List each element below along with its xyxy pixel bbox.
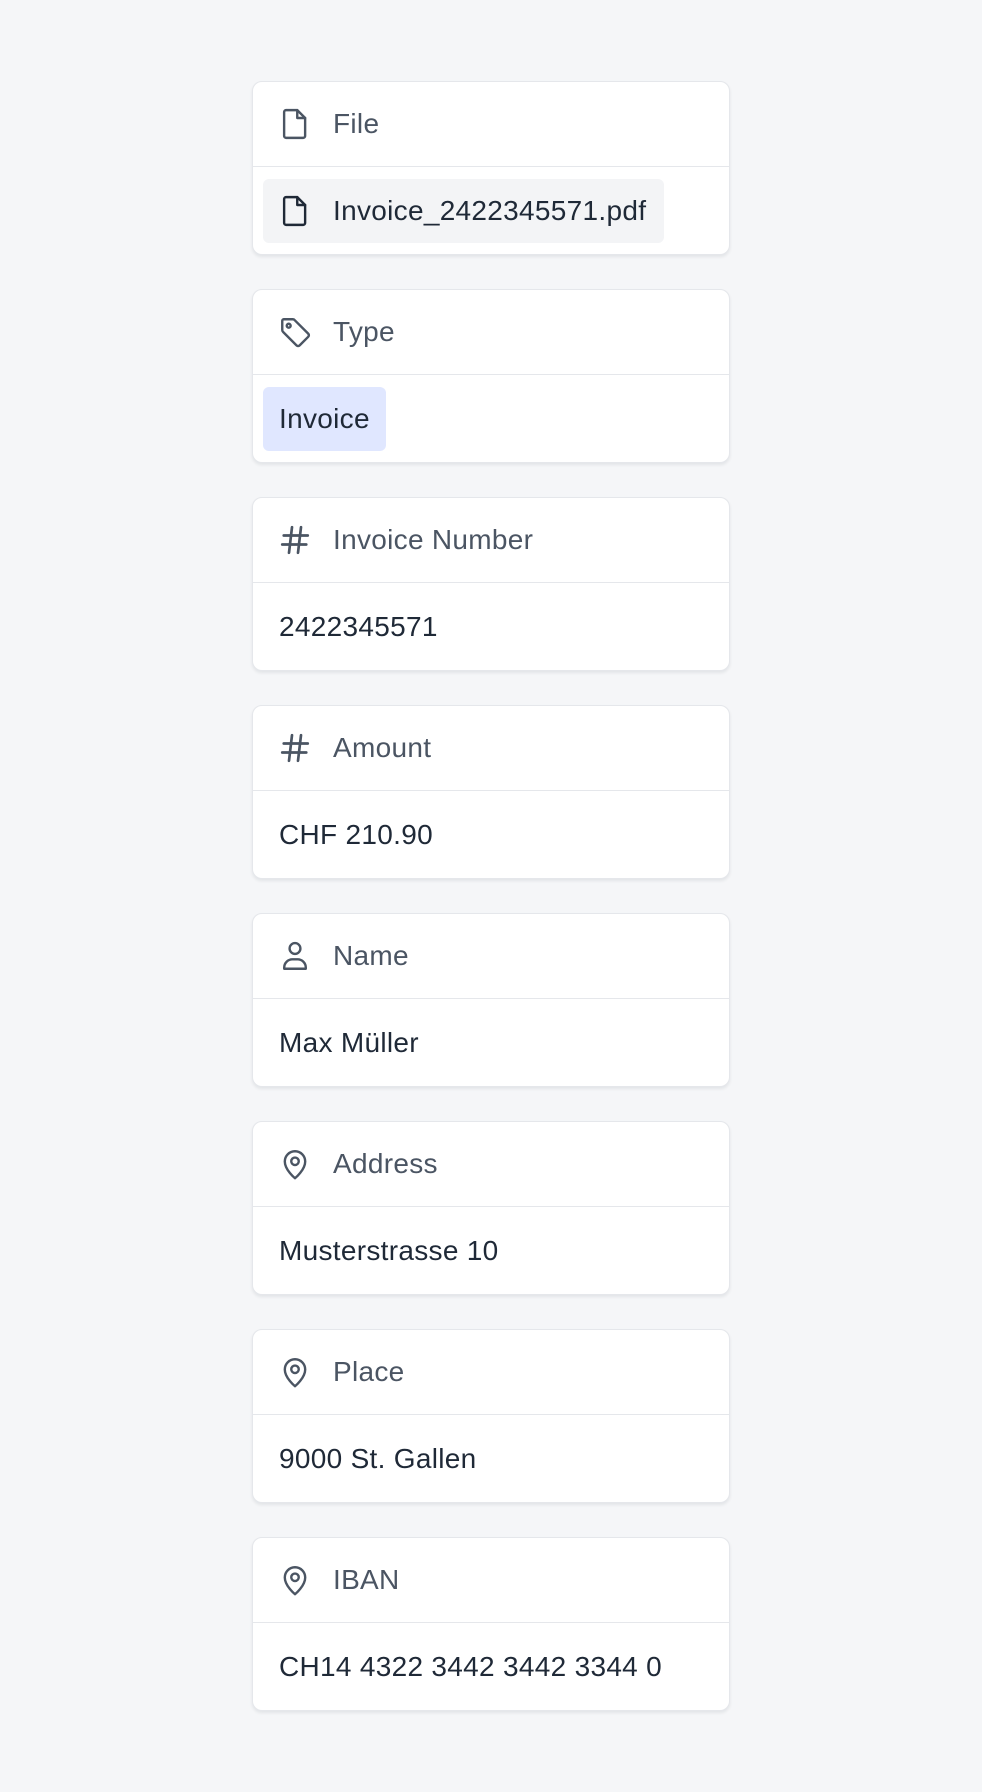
document-icon: [277, 193, 313, 229]
type-badge[interactable]: Invoice: [263, 387, 386, 451]
type-field-label: Type: [333, 316, 395, 347]
name-value[interactable]: Max Müller: [263, 1027, 419, 1059]
place-field-value: 9000 St. Gallen: [253, 1415, 729, 1502]
name-field-card: Name Max Müller: [252, 913, 730, 1087]
address-field-label: Address: [333, 1148, 438, 1179]
iban-field-card: IBAN CH14 4322 3442 3442 3344 0: [252, 1537, 730, 1711]
invoice-number-field-header: Invoice Number: [253, 498, 729, 583]
map-pin-icon: [277, 1146, 313, 1182]
address-field-card: Address Musterstrasse 10: [252, 1121, 730, 1295]
name-field-label: Name: [333, 940, 409, 971]
type-field-value: Invoice: [253, 375, 729, 462]
iban-field-label: IBAN: [333, 1564, 400, 1595]
hash-icon: [277, 730, 313, 766]
place-field-header: Place: [253, 1330, 729, 1415]
address-value[interactable]: Musterstrasse 10: [263, 1235, 499, 1267]
file-name: Invoice_2422345571.pdf: [333, 195, 647, 226]
name-field-header: Name: [253, 914, 729, 999]
amount-field-value: CHF 210.90: [253, 791, 729, 878]
amount-field-header: Amount: [253, 706, 729, 791]
invoice-number-field-card: Invoice Number 2422345571: [252, 497, 730, 671]
invoice-number-field-label: Invoice Number: [333, 524, 534, 555]
file-field-card: File Invoice_2422345571.pdf: [252, 81, 730, 255]
place-field-card: Place 9000 St. Gallen: [252, 1329, 730, 1503]
place-value[interactable]: 9000 St. Gallen: [263, 1443, 477, 1475]
user-icon: [277, 938, 313, 974]
type-field-header: Type: [253, 290, 729, 375]
name-field-value: Max Müller: [253, 999, 729, 1086]
amount-field-card: Amount CHF 210.90: [252, 705, 730, 879]
map-pin-icon: [277, 1562, 313, 1598]
iban-value[interactable]: CH14 4322 3442 3442 3344 0: [263, 1651, 662, 1683]
invoice-number-field-value: 2422345571: [253, 583, 729, 670]
place-field-label: Place: [333, 1356, 405, 1387]
document-icon: [277, 106, 313, 142]
file-field-value: Invoice_2422345571.pdf: [253, 167, 729, 254]
amount-field-label: Amount: [333, 732, 432, 763]
file-field-header: File: [253, 82, 729, 167]
address-field-value: Musterstrasse 10: [253, 1207, 729, 1294]
file-field-label: File: [333, 108, 380, 139]
iban-field-value: CH14 4322 3442 3442 3344 0: [253, 1623, 729, 1710]
iban-field-header: IBAN: [253, 1538, 729, 1623]
type-field-card: Type Invoice: [252, 289, 730, 463]
invoice-number-value[interactable]: 2422345571: [263, 611, 438, 643]
file-chip[interactable]: Invoice_2422345571.pdf: [263, 179, 665, 243]
address-field-header: Address: [253, 1122, 729, 1207]
amount-value[interactable]: CHF 210.90: [263, 819, 433, 851]
hash-icon: [277, 522, 313, 558]
extracted-fields-list: File Invoice_2422345571.pdf Type Invoice…: [252, 81, 730, 1745]
map-pin-icon: [277, 1354, 313, 1390]
tag-icon: [277, 314, 313, 350]
